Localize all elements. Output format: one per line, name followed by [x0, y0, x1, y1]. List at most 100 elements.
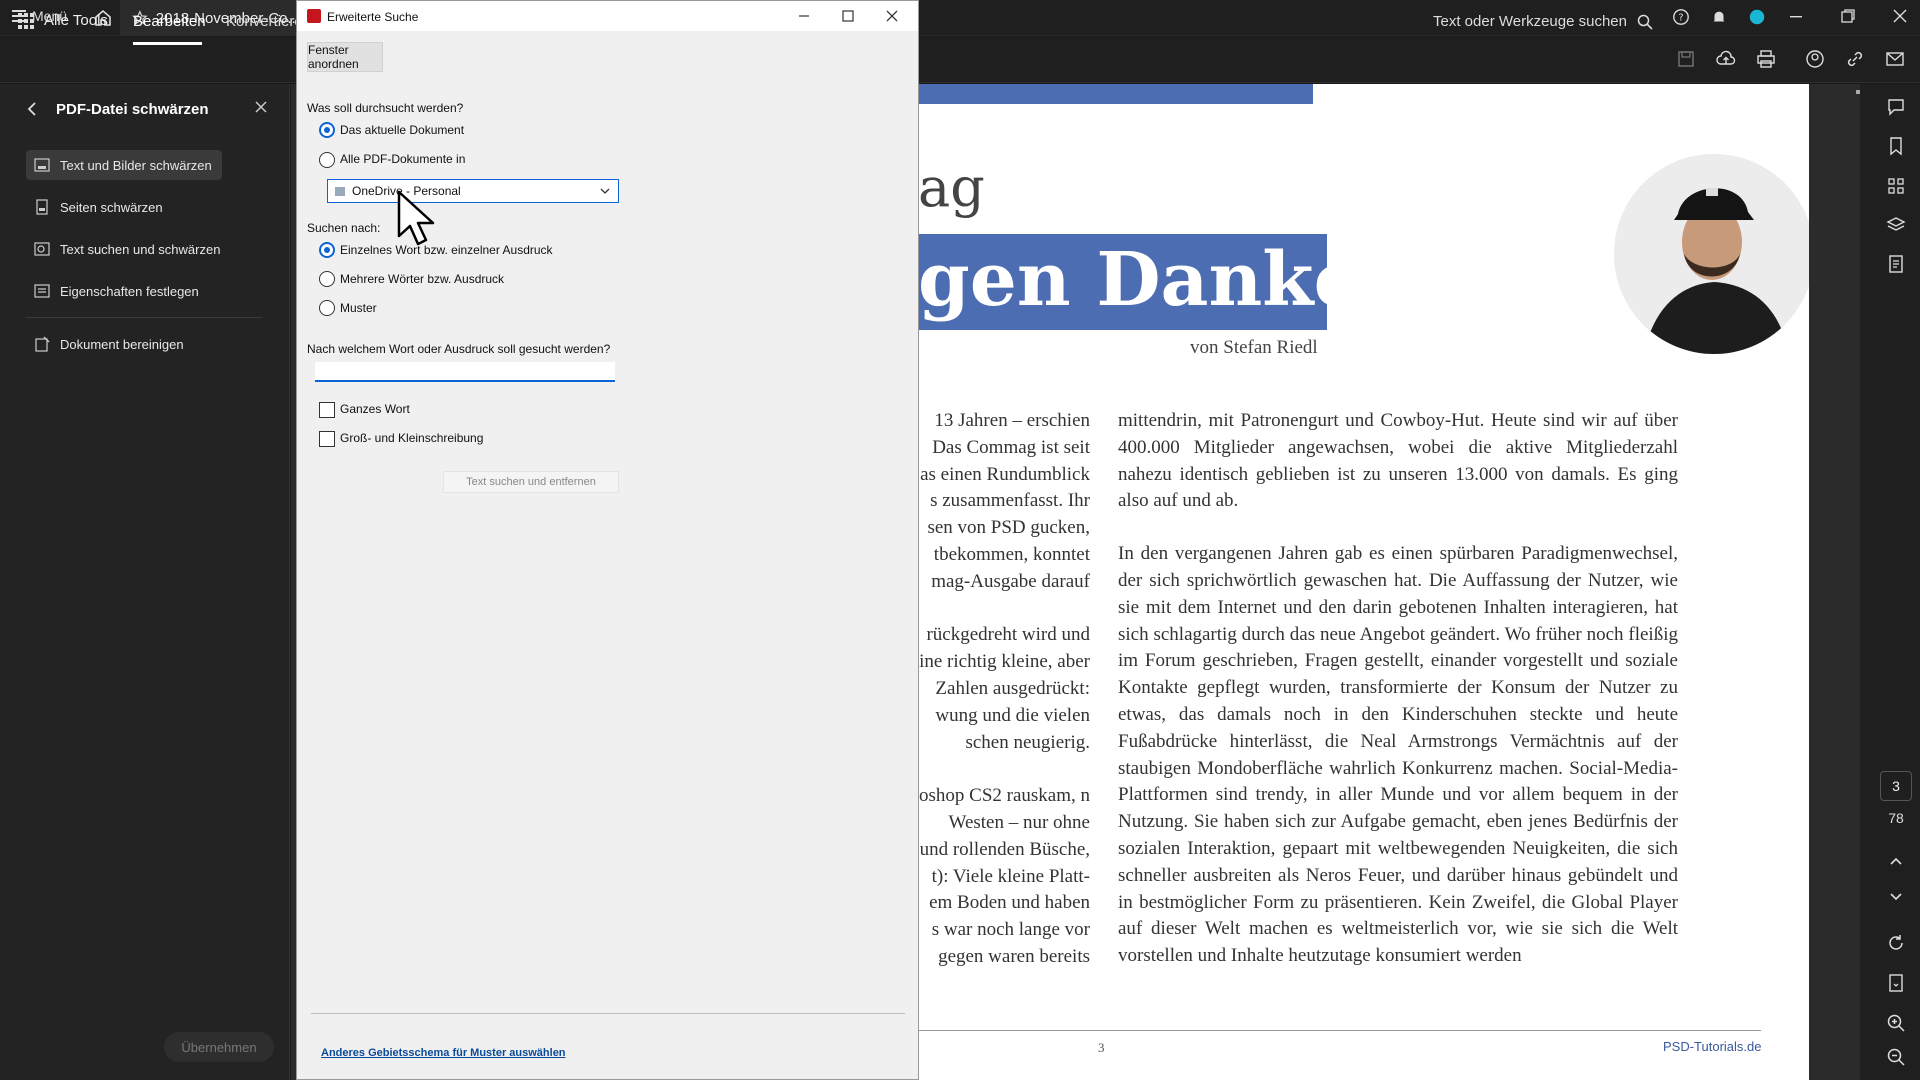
dialog-minimize-icon[interactable] [795, 7, 813, 25]
arrange-windows-button[interactable]: Fenster anordnen [307, 42, 383, 72]
close-icon[interactable] [1892, 8, 1908, 24]
comment-icon[interactable] [1886, 97, 1906, 117]
total-pages: 78 [1888, 810, 1904, 826]
redact-image-icon [34, 158, 50, 172]
query-label: Nach welchem Wort oder Ausdruck soll ges… [307, 342, 611, 356]
panel-item-label: Eigenschaften festlegen [60, 283, 199, 299]
checkbox-whole-word-label: Ganzes Wort [340, 402, 410, 416]
portrait-illustration [1614, 154, 1809, 354]
tab-convert[interactable]: Konvertiere [226, 13, 303, 30]
dialog-title: Erweiterte Suche [327, 10, 419, 24]
folder-icon [335, 187, 345, 196]
panel-item-label: Text und Bilder schwärzen [60, 157, 212, 173]
checkbox-case-sensitive-label: Groß- und Kleinschreibung [340, 431, 484, 445]
radio-all-pdfs[interactable] [319, 152, 335, 168]
panel-item-redact-pages[interactable]: Seiten schwärzen [26, 192, 222, 222]
panel-item-sanitize-document[interactable]: Dokument bereinigen [26, 329, 222, 359]
dialog-close-icon[interactable] [883, 7, 901, 25]
panel-item-find-and-redact[interactable]: Text suchen und schwärzen [26, 234, 222, 264]
redact-pages-icon [36, 199, 48, 215]
panel-divider [26, 317, 262, 318]
chevron-up-icon[interactable] [1886, 852, 1906, 872]
panel-item-set-properties[interactable]: Eigenschaften festlegen [26, 276, 222, 306]
minimize-icon[interactable] [1788, 8, 1804, 24]
search-query-input[interactable] [315, 362, 615, 382]
svg-text:?: ? [1678, 13, 1683, 24]
mail-icon[interactable] [1885, 49, 1905, 69]
paragraph: In den vergangenen Jahren gab es einen s… [1118, 543, 1678, 967]
back-arrow-icon[interactable] [24, 100, 42, 118]
bookmark-icon[interactable] [1886, 136, 1906, 156]
cloud-upload-icon[interactable] [1716, 49, 1736, 69]
mouse-cursor-icon [397, 190, 435, 246]
bell-icon[interactable] [1710, 8, 1728, 26]
search-scope-label: Was soll durchsucht werden? [307, 101, 464, 115]
radio-pattern-label: Muster [340, 301, 377, 315]
location-dropdown-value: OneDrive - Personal [352, 184, 461, 198]
avatar-icon[interactable] [1748, 8, 1766, 26]
vertical-scrollbar[interactable] [1852, 84, 1860, 1080]
all-tools-label: Alle Tools [44, 12, 108, 29]
share-user-icon[interactable] [1805, 49, 1825, 69]
help-icon[interactable]: ? [1672, 8, 1690, 26]
search-tools-label: Text oder Werkzeuge suchen [1433, 13, 1627, 30]
current-page-field[interactable]: 3 [1880, 771, 1912, 801]
main-toolbar [0, 37, 1920, 83]
find-redact-icon [34, 242, 50, 256]
chevron-down-icon [600, 188, 610, 194]
panel-title: PDF-Datei schwärzen [56, 101, 209, 118]
radio-multiple-words-label: Mehrere Wörter bzw. Ausdruck [340, 272, 505, 286]
checkbox-whole-word[interactable] [319, 402, 335, 418]
radio-multiple-words[interactable] [319, 271, 335, 287]
headline: gen Danke! [918, 237, 1394, 323]
link-icon[interactable] [1845, 49, 1865, 69]
window-controls [1788, 8, 1908, 24]
panel-item-label: Dokument bereinigen [60, 336, 184, 352]
radio-pattern[interactable] [319, 300, 335, 316]
dialog-maximize-icon[interactable] [839, 7, 857, 25]
document-properties-icon[interactable] [1886, 254, 1906, 274]
print-icon[interactable] [1756, 49, 1776, 69]
find-and-remove-button[interactable]: Text suchen und entfernen [443, 471, 619, 493]
save-icon[interactable] [1676, 49, 1696, 69]
radio-all-pdfs-label: Alle PDF-Dokumente in [340, 152, 466, 166]
radio-single-word-label: Einzelnes Wort bzw. einzelner Ausdruck [340, 243, 553, 257]
panel-close-icon[interactable] [254, 100, 268, 114]
active-tab-indicator [133, 42, 202, 45]
footer-rule [918, 1030, 1761, 1031]
layers-icon[interactable] [1886, 215, 1906, 235]
zoom-in-icon[interactable] [1886, 1013, 1906, 1033]
panel-item-label: Text suchen und schwärzen [60, 241, 221, 257]
footer-site: PSD-Tutorials.de [1663, 1039, 1762, 1054]
all-tools-button[interactable]: Alle Tools [18, 12, 108, 29]
pdf-page: ag gen Danke! von Stefan Riedl 13 Jahren… [918, 84, 1809, 1080]
text-column-right: mittendrin, mit Patronengurt und Cowboy-… [1118, 408, 1678, 970]
radio-current-document-label: Das aktuelle Dokument [340, 123, 465, 137]
page-scroll-icon[interactable] [1886, 973, 1906, 993]
checkbox-case-sensitive[interactable] [319, 431, 335, 447]
search-icon [1637, 14, 1653, 30]
properties-icon [34, 284, 50, 298]
page-number: 3 [1098, 1040, 1105, 1055]
radio-current-document[interactable] [319, 122, 335, 138]
search-for-label: Suchen nach: [307, 221, 381, 235]
acrobat-app-icon [307, 9, 321, 23]
advanced-search-dialog: Erweiterte Suche Fenster anordnen Was so… [296, 0, 919, 1080]
author-photo [1614, 154, 1809, 354]
text-column-left: 13 Jahren – erschien Das Commag ist seit… [919, 410, 1090, 967]
zoom-out-icon[interactable] [1886, 1047, 1906, 1067]
choose-locale-link[interactable]: Anderes Gebietsschema für Muster auswähl… [321, 1047, 566, 1059]
thumbnails-icon[interactable] [1886, 176, 1906, 196]
top-right-icons: ? [1672, 8, 1766, 26]
panel-item-label: Seiten schwärzen [60, 199, 163, 215]
restore-icon[interactable] [1840, 8, 1856, 24]
dialog-divider [311, 1013, 905, 1014]
chevron-down-icon[interactable] [1886, 886, 1906, 906]
panel-item-redact-text-images[interactable]: Text und Bilder schwärzen [26, 150, 222, 180]
tab-edit[interactable]: Bearbeiten [133, 13, 206, 30]
radio-single-word[interactable] [319, 242, 335, 258]
location-dropdown[interactable]: OneDrive - Personal [327, 179, 619, 203]
apply-button[interactable]: Übernehmen [164, 1032, 274, 1062]
search-tools-button[interactable]: Text oder Werkzeuge suchen [1433, 13, 1653, 30]
rotate-icon[interactable] [1886, 933, 1906, 953]
